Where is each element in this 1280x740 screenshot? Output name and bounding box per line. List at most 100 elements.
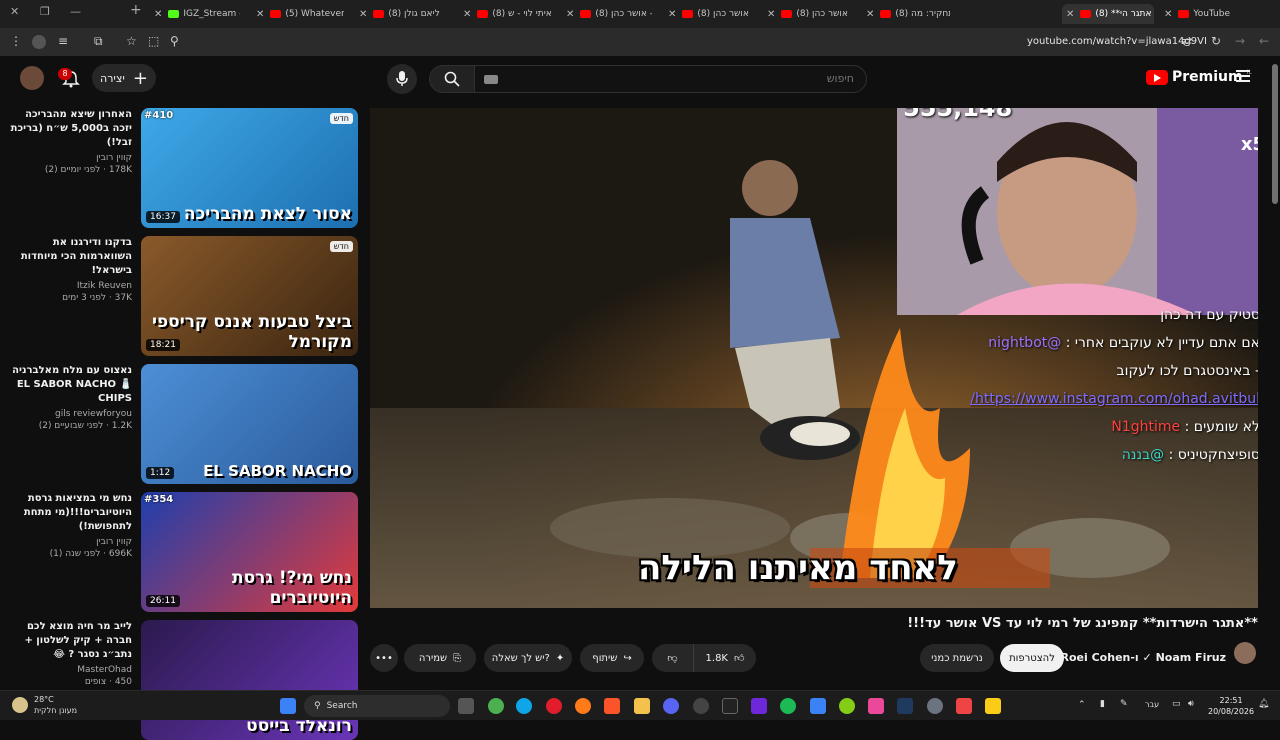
- create-button[interactable]: יצירה +: [92, 64, 156, 92]
- dislike-button[interactable]: 👎︎: [652, 644, 694, 672]
- avatar[interactable]: [20, 66, 44, 90]
- video-title[interactable]: נאצוס עם מלח מאלברניה 🧂 EL SABOR NACHO C…: [10, 364, 132, 406]
- network-icon[interactable]: ▭: [1172, 699, 1181, 709]
- chat-link[interactable]: https://www.instagram.com/ohad.avitbul/: [970, 391, 1258, 407]
- channel-name[interactable]: קווין רובין: [10, 153, 132, 163]
- channel-name[interactable]: קווין רובין: [10, 537, 132, 547]
- browser-tab[interactable]: ✕ (8) **אתגר הי: [1062, 4, 1154, 24]
- tiktok-live-icon[interactable]: [956, 698, 972, 714]
- browser-tab[interactable]: ✕ (8) איתי לוי - ש: [459, 4, 551, 24]
- brave-icon[interactable]: [604, 698, 620, 714]
- close-tab-icon[interactable]: ✕: [1164, 9, 1172, 20]
- extensions-icon[interactable]: ⧉: [94, 34, 103, 49]
- obs-icon[interactable]: [693, 698, 709, 714]
- app-icon[interactable]: [810, 698, 826, 714]
- close-window-icon[interactable]: ✕: [10, 5, 19, 18]
- channel-avatar[interactable]: [1234, 642, 1256, 664]
- folder-icon[interactable]: [634, 698, 650, 714]
- firefox-icon[interactable]: [575, 698, 591, 714]
- like-button[interactable]: 1.8K 👍︎: [694, 644, 756, 672]
- video-thumbnail[interactable]: #410 חדש אסור לצאת מהבריכה 16:37: [141, 108, 358, 228]
- taskbar-search[interactable]: ⚲ Search: [304, 695, 450, 717]
- task-view-icon[interactable]: [458, 698, 474, 714]
- more-actions-button[interactable]: •••: [370, 644, 398, 672]
- video-title[interactable]: נחש מי במציאות גרסת היוטיוברים!!!(מי מתח…: [10, 492, 132, 534]
- browser-tab[interactable]: ✕ (8) תחקיר: מה: [862, 4, 950, 24]
- voice-search-button[interactable]: [387, 64, 417, 94]
- new-tab-icon[interactable]: +: [130, 2, 142, 18]
- system-clock[interactable]: 22:51 20/08/2026: [1208, 695, 1254, 717]
- browser-tab[interactable]: ✕ (8) אושר כהן: [763, 4, 851, 24]
- close-tab-icon[interactable]: ✕: [359, 9, 367, 20]
- volume-icon[interactable]: 🔊︎: [1188, 699, 1194, 709]
- browser-tab[interactable]: ✕ (5) Whatever Y: [252, 4, 344, 24]
- browser-tab[interactable]: ✕ YouTube: [1160, 4, 1260, 24]
- video-thumbnail[interactable]: חדש ביצל טבעות אננס קריספי מקורמל 18:21: [141, 236, 358, 356]
- site-settings-icon[interactable]: ⇄: [1182, 34, 1192, 48]
- recommended-video[interactable]: #410 חדש אסור לצאת מהבריכה 16:37 האחרון שיצא…: [10, 108, 360, 228]
- profile-icon[interactable]: [32, 35, 46, 49]
- subscribe-button[interactable]: להצטרפות: [1000, 644, 1064, 672]
- opera-icon[interactable]: [546, 698, 562, 714]
- close-tab-icon[interactable]: ✕: [1066, 9, 1074, 20]
- close-tab-icon[interactable]: ✕: [463, 9, 471, 20]
- zoom-icon[interactable]: ⚲: [170, 34, 179, 48]
- close-tab-icon[interactable]: ✕: [767, 9, 775, 20]
- start-icon[interactable]: [280, 698, 296, 714]
- browser-tab[interactable]: ✕ (8) אושר כהן -: [562, 4, 652, 24]
- tray-chevron-icon[interactable]: ⌃: [1078, 700, 1086, 710]
- pen-icon[interactable]: ✎: [1120, 699, 1128, 709]
- recommended-video[interactable]: רונאלד בייסט לייב מר חיה מוצא לכם חברה + …: [10, 620, 360, 740]
- notes-icon[interactable]: [985, 698, 1001, 714]
- video-title[interactable]: בדקנו ודירגנו את השווארמות הכי מיוחדות ב…: [10, 236, 132, 278]
- channel-name[interactable]: gils reviewforyou: [10, 409, 132, 419]
- restore-window-icon[interactable]: ❐: [40, 5, 50, 18]
- sort-icon[interactable]: ≡: [58, 34, 68, 48]
- discord-icon[interactable]: [663, 698, 679, 714]
- close-tab-icon[interactable]: ✕: [668, 9, 676, 20]
- search-button[interactable]: [429, 65, 475, 93]
- recommended-video[interactable]: EL SABOR NACHO 1:12 נאצוס עם מלח מאלברניה …: [10, 364, 360, 484]
- video-player[interactable]: 555,148 x5 סטיק עם דה כהן אם אתם עדיין לא…: [370, 108, 1258, 608]
- tiktok-icon[interactable]: [868, 698, 884, 714]
- notification-center-icon[interactable]: 🔔︎: [1258, 699, 1269, 709]
- bookmark-star-icon[interactable]: ☆: [126, 34, 137, 48]
- close-tab-icon[interactable]: ✕: [256, 9, 264, 20]
- video-thumbnail[interactable]: רונאלד בייסט: [141, 620, 358, 740]
- channel-name[interactable]: MasterOhad: [10, 665, 132, 675]
- browser-tab[interactable]: ✕ IGZ_Stream -: [150, 4, 240, 24]
- close-tab-icon[interactable]: ✕: [154, 9, 162, 20]
- more-vert-icon[interactable]: ⋮: [10, 34, 22, 48]
- scroll-thumb[interactable]: [1272, 64, 1278, 204]
- edge-icon[interactable]: [516, 698, 532, 714]
- steam-icon[interactable]: [897, 698, 913, 714]
- save-button[interactable]: שמירה ⎘: [404, 644, 476, 672]
- video-thumbnail[interactable]: EL SABOR NACHO 1:12: [141, 364, 358, 484]
- browser-tab[interactable]: ✕ (8) אושר כהן: [664, 4, 752, 24]
- channel-names[interactable]: Noam Firuz ✓ ו-Roei Cohen: [1061, 651, 1226, 664]
- minimize-window-icon[interactable]: —: [70, 5, 81, 18]
- screenshot-icon[interactable]: ⬚: [148, 34, 159, 48]
- chrome-icon[interactable]: [488, 698, 504, 714]
- recommended-video[interactable]: #354 נחש מי?! גרסת היוטיוברים 26:11 נחש מי …: [10, 492, 360, 612]
- keyboard-icon[interactable]: [484, 75, 498, 84]
- back-icon[interactable]: ←: [1259, 34, 1269, 48]
- recommended-video[interactable]: חדש ביצל טבעות אננס קריספי מקורמל 18:21 בדק…: [10, 236, 360, 356]
- ask-button[interactable]: יש לך שאלה? ✦: [484, 644, 572, 672]
- forward-icon[interactable]: →: [1235, 34, 1245, 48]
- close-tab-icon[interactable]: ✕: [866, 9, 874, 20]
- reload-icon[interactable]: ↻: [1211, 34, 1221, 48]
- search-input[interactable]: [514, 72, 854, 85]
- video-title[interactable]: האחרון שיצא מהבריכה יזכה ב5,000 ש״ח (ברי…: [10, 108, 132, 150]
- apps-grid-icon[interactable]: [751, 698, 767, 714]
- close-tab-icon[interactable]: ✕: [566, 9, 574, 20]
- spotify-icon[interactable]: [780, 698, 796, 714]
- epic-games-icon[interactable]: [722, 698, 738, 714]
- channel-name[interactable]: Itzik Reuven: [10, 281, 132, 291]
- video-thumbnail[interactable]: #354 נחש מי?! גרסת היוטיוברים 26:11: [141, 492, 358, 612]
- messaging-icon[interactable]: [839, 698, 855, 714]
- joined-button[interactable]: נרשמת כמני: [920, 644, 994, 672]
- search-field[interactable]: [474, 65, 867, 93]
- video-title[interactable]: לייב מר חיה מוצא לכם חברה + קיק לשלטון +…: [10, 620, 132, 662]
- input-language[interactable]: עבר: [1145, 700, 1159, 709]
